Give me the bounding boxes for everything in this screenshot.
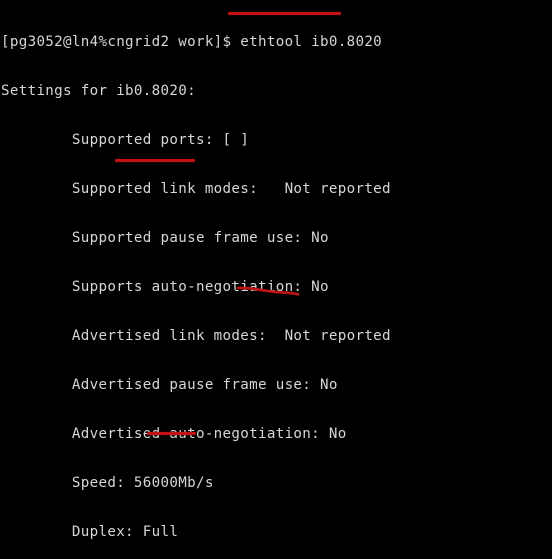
terminal-line: Advertised pause frame use: No xyxy=(1,376,338,393)
terminal-line-speed-1: Speed: 56000Mb/s xyxy=(1,474,214,491)
terminal-window[interactable]: [pg3052@ln4%cngrid2 work]$ ethtool ib0.8… xyxy=(0,0,552,559)
terminal-line: Settings for ib0.8020: xyxy=(1,82,196,99)
terminal-line: Advertised auto-negotiation: No xyxy=(1,425,347,442)
terminal-line: Supported link modes: Not reported xyxy=(1,180,391,197)
terminal-screen: [pg3052@ln4%cngrid2 work]$ ethtool ib0.8… xyxy=(1,1,551,559)
terminal-line: Supported pause frame use: No xyxy=(1,229,329,246)
terminal-line: Supports auto-negotiation: No xyxy=(1,278,329,295)
terminal-line-command-1: [pg3052@ln4%cngrid2 work]$ ethtool ib0.8… xyxy=(1,33,383,50)
terminal-line: Supported ports: [ ] xyxy=(1,131,250,148)
terminal-line: Advertised link modes: Not reported xyxy=(1,327,391,344)
terminal-line: Duplex: Full xyxy=(1,524,179,540)
